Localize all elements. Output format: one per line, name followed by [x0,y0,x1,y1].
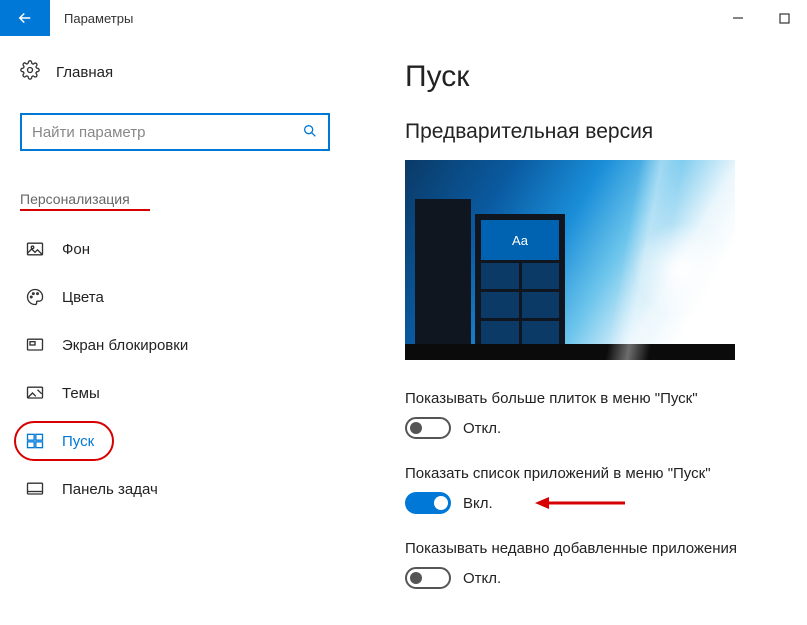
gear-icon [20,60,40,85]
picture-icon [24,239,46,259]
sidebar-item-start[interactable]: Пуск [20,417,320,465]
annotation-arrow [535,494,625,512]
sidebar-home[interactable]: Главная [20,60,320,85]
setting-label: Показать список приложений в меню "Пуск" [405,465,777,482]
preview-start-menu [415,199,471,344]
search-box[interactable] [20,113,330,151]
sidebar-item-colors[interactable]: Цвета [20,273,320,321]
sidebar-home-label: Главная [56,64,113,81]
sidebar-item-label: Панель задач [62,481,158,498]
sidebar-item-lockscreen[interactable]: Экран блокировки [20,321,320,369]
setting-label: Показывать больше плиток в меню "Пуск" [405,390,777,407]
setting-more-tiles: Показывать больше плиток в меню "Пуск" О… [405,390,777,439]
toggle-app-list[interactable] [405,492,451,514]
sidebar-item-label: Пуск [62,433,94,450]
setting-app-list: Показать список приложений в меню "Пуск"… [405,465,777,514]
palette-icon [24,287,46,307]
sidebar-item-label: Экран блокировки [62,337,188,354]
annotation-underline [20,209,150,211]
sidebar-item-label: Темы [62,385,100,402]
minimize-button[interactable] [715,0,761,36]
start-icon [24,431,46,451]
toggle-state: Откл. [463,420,501,437]
preview-heading: Предварительная версия [405,120,777,144]
sidebar-item-label: Цвета [62,289,104,306]
start-preview: Aa [405,160,735,360]
search-icon [302,123,318,142]
search-input[interactable] [32,124,302,141]
preview-tiles: Aa [475,214,565,344]
themes-icon [24,383,46,403]
preview-tile-aa: Aa [481,220,559,260]
toggle-state: Откл. [463,570,501,587]
preview-taskbar [405,344,735,360]
back-button[interactable] [0,0,50,36]
toggle-more-tiles[interactable] [405,417,451,439]
sidebar-item-background[interactable]: Фон [20,225,320,273]
toggle-recent-apps[interactable] [405,567,451,589]
setting-label: Показывать недавно добавленные приложени… [405,540,777,557]
setting-recent-apps: Показывать недавно добавленные приложени… [405,540,777,589]
sidebar-item-themes[interactable]: Темы [20,369,320,417]
arrow-left-icon [16,9,34,27]
page-heading: Пуск [405,60,777,94]
title-bar: Параметры [0,0,807,36]
taskbar-icon [24,479,46,499]
minimize-icon [732,12,744,24]
sidebar-item-label: Фон [62,241,90,258]
main-panel: Пуск Предварительная версия Aa Показыват… [340,36,807,625]
lockscreen-icon [24,335,46,355]
section-header: Персонализация [20,191,130,207]
maximize-icon [779,13,790,24]
sidebar-item-taskbar[interactable]: Панель задач [20,465,320,513]
maximize-button[interactable] [761,0,807,36]
window-title: Параметры [50,0,715,36]
toggle-state: Вкл. [463,495,493,512]
sidebar: Главная Персонализация Фон Цвета Экран б… [0,36,340,625]
